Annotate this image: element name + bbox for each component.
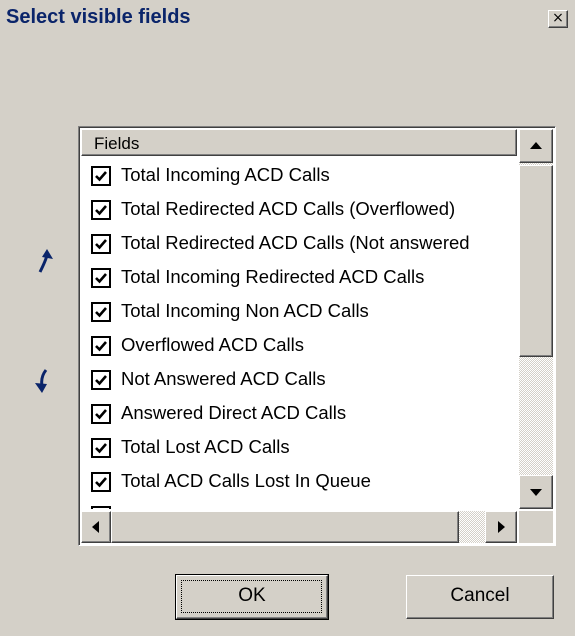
horizontal-scroll-thumb[interactable] [111, 511, 459, 543]
cancel-button[interactable]: Cancel [406, 575, 554, 619]
scroll-right-icon [498, 521, 505, 533]
scrollbar-corner [519, 511, 553, 543]
list-item[interactable]: Total Redirected ACD Calls (Overflowed) [81, 193, 517, 227]
field-checkbox[interactable] [91, 438, 111, 458]
field-label: Total ACD Calls Lost In Queue [121, 470, 371, 491]
dialog-title: Select visible fields [6, 6, 191, 28]
field-label: Answered Direct ACD Calls [121, 402, 347, 423]
list-item[interactable]: Total Redirected ACD Calls (Not answered [81, 227, 517, 261]
fields-list[interactable]: Fields Total Incoming ACD Calls Total Re… [78, 126, 556, 546]
close-icon: × [552, 10, 564, 26]
field-checkbox[interactable] [91, 370, 111, 390]
list-item[interactable]: Total ACD Calls Lost In Queue [81, 465, 517, 499]
field-label: Overflowed ACD Calls [121, 334, 305, 355]
checkmark-icon [95, 341, 107, 352]
list-item[interactable]: Not Answered ACD Calls [81, 363, 517, 397]
close-button[interactable]: × [548, 10, 568, 28]
cancel-button-label: Cancel [450, 585, 510, 606]
scroll-right-button[interactable] [485, 511, 517, 543]
list-item[interactable]: Overflowed ACD Calls [81, 329, 517, 363]
checkmark-icon [95, 273, 107, 284]
field-label: Total Redirected ACD Calls (Overflowed) [121, 198, 456, 219]
field-label: Total Incoming Redirected ACD Calls [121, 266, 425, 287]
field-label: Not Answered ACD Calls [121, 368, 326, 389]
list-item[interactable]: Total Lost ACD Calls [81, 431, 517, 465]
field-checkbox[interactable] [91, 506, 111, 509]
vertical-scrollbar[interactable] [519, 129, 553, 509]
checkmark-icon [95, 409, 107, 420]
list-item[interactable]: Total Incoming Non ACD Calls [81, 295, 517, 329]
arrow-up-icon[interactable] [34, 246, 58, 276]
field-checkbox[interactable] [91, 336, 111, 356]
field-checkbox[interactable] [91, 302, 111, 322]
scroll-down-button[interactable] [519, 475, 553, 509]
title-bar: Select visible fields × [0, 0, 575, 37]
arrow-down-icon[interactable] [32, 366, 56, 396]
checkmark-icon [95, 477, 107, 488]
field-checkbox[interactable] [91, 472, 111, 492]
checkmark-icon [95, 171, 107, 182]
list-item[interactable]: Total Incoming ACD Calls [81, 159, 517, 193]
field-checkbox[interactable] [91, 404, 111, 424]
fields-rows: Total Incoming ACD Calls Total Redirecte… [81, 159, 517, 509]
field-checkbox[interactable] [91, 268, 111, 288]
field-label: Total Incoming Non ACD Calls [121, 300, 369, 321]
list-item-partial[interactable] [81, 499, 517, 509]
horizontal-scrollbar[interactable] [81, 511, 517, 543]
fields-header-label: Fields [94, 134, 140, 153]
scroll-down-icon [530, 489, 542, 496]
scroll-up-icon [530, 142, 542, 149]
checkmark-icon [95, 307, 107, 318]
scroll-left-button[interactable] [81, 511, 111, 543]
checkmark-icon [95, 239, 107, 250]
scroll-left-icon [92, 521, 99, 533]
vertical-scroll-thumb[interactable] [519, 165, 553, 357]
list-item[interactable]: Answered Direct ACD Calls [81, 397, 517, 431]
fields-column-header[interactable]: Fields [81, 129, 517, 156]
checkmark-icon [95, 205, 107, 216]
checkmark-icon [95, 375, 107, 386]
field-label: Total Redirected ACD Calls (Not answered [121, 232, 470, 253]
field-checkbox[interactable] [91, 234, 111, 254]
field-checkbox[interactable] [91, 200, 111, 220]
field-label: Total Lost ACD Calls [121, 436, 290, 457]
select-visible-fields-dialog: Select visible fields × Fields Total Inc… [0, 0, 575, 636]
checkmark-icon [95, 443, 107, 454]
scroll-up-button[interactable] [519, 129, 553, 163]
ok-button[interactable]: OK [175, 574, 329, 620]
field-checkbox[interactable] [91, 166, 111, 186]
focus-rectangle [181, 580, 322, 613]
list-item[interactable]: Total Incoming Redirected ACD Calls [81, 261, 517, 295]
field-label: Total Incoming ACD Calls [121, 164, 330, 185]
